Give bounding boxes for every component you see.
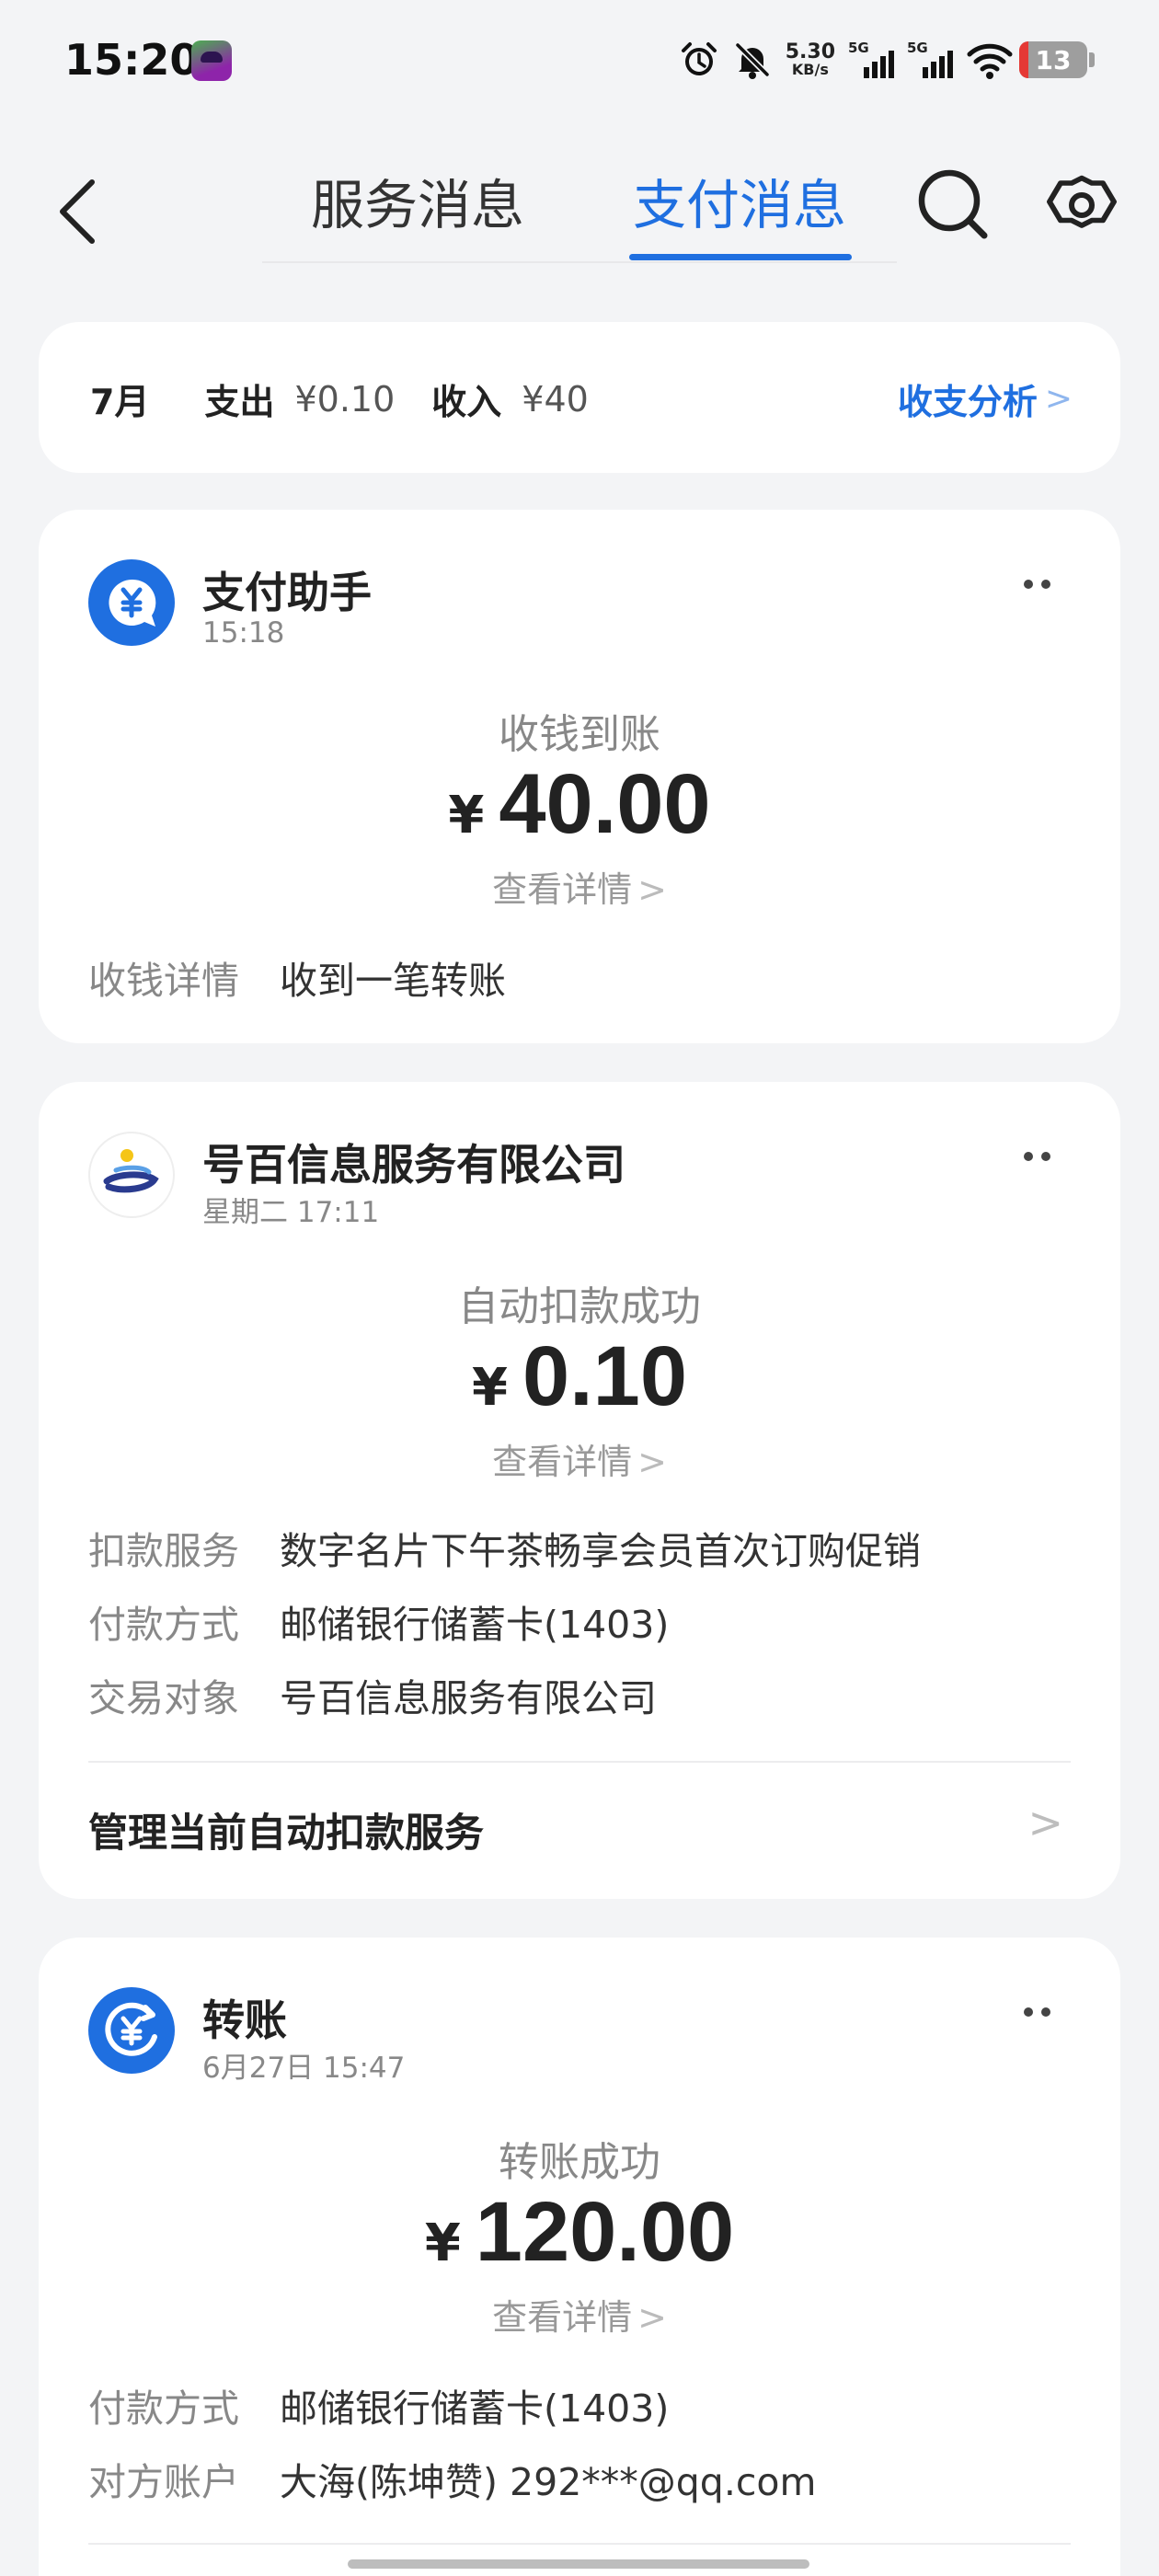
monthly-summary-card: 7月 支出 ¥0.10 收入 ¥40 收支分析 > <box>39 322 1120 473</box>
expense-label: 支出 <box>204 382 275 422</box>
amount-value: 40.00 <box>499 757 711 851</box>
amount: ¥ 0.10 <box>39 1328 1120 1425</box>
more-icon[interactable] <box>1024 1152 1050 1161</box>
amount-value: 0.10 <box>522 1329 688 1423</box>
battery-cap <box>1089 52 1095 67</box>
card-title: 支付助手 <box>202 568 372 617</box>
amount-value: 120.00 <box>475 2185 735 2279</box>
field-row: 收钱详情 收到一笔转账 <box>88 949 506 1005</box>
chevron-right-icon: > <box>637 1442 667 1482</box>
view-details-label: 查看详情 <box>492 1442 633 1482</box>
field-key: 扣款服务 <box>88 1529 239 1573</box>
back-icon[interactable] <box>52 173 107 247</box>
wifi-icon <box>966 40 1013 80</box>
status-label: 自动扣款成功 <box>458 1283 701 1330</box>
active-tab-indicator <box>629 254 852 260</box>
status-bar: 15:20 5.30 KB/s 5G 5G 13 <box>0 0 1159 129</box>
speed-value: 5.30 <box>785 40 835 63</box>
card-divider <box>88 1761 1071 1763</box>
summary-month[interactable]: 7月 <box>90 374 149 424</box>
home-indicator[interactable] <box>348 2559 809 2569</box>
expense-value: ¥0.10 <box>294 378 396 420</box>
field-key: 收钱详情 <box>88 959 239 1003</box>
field-value: 收到一笔转账 <box>280 959 506 1003</box>
network-speed: 5.30 KB/s <box>786 42 835 77</box>
summary-row: 7月 支出 ¥0.10 收入 ¥40 <box>90 374 625 424</box>
currency-symbol: ¥ <box>424 2214 461 2273</box>
tab-service-messages[interactable]: 服务消息 <box>311 162 524 239</box>
alarm-icon <box>679 40 719 80</box>
yuan-chat-icon <box>88 559 175 646</box>
signal-icon-sim2: 5G <box>907 40 953 80</box>
field-key: 对方账户 <box>88 2460 239 2504</box>
chevron-right-icon: > <box>637 2297 667 2338</box>
currency-symbol: ¥ <box>448 786 485 845</box>
card-divider <box>88 2543 1071 2545</box>
card-time: 15:18 <box>202 616 285 650</box>
battery-level: 13 <box>1035 45 1072 75</box>
chevron-right-icon: > <box>637 869 667 910</box>
field-value: 号百信息服务有限公司 <box>280 1676 657 1720</box>
income-label: 收入 <box>431 382 502 422</box>
top-nav: 服务消息 支付消息 <box>0 147 1159 276</box>
more-icon[interactable] <box>1024 2007 1050 2017</box>
card-time: 6月27日 15:47 <box>202 2052 406 2085</box>
bell-off-icon <box>732 40 773 80</box>
field-key: 付款方式 <box>88 1603 239 1647</box>
chevron-right-icon[interactable]: > <box>1027 1798 1063 1847</box>
signal-icon-sim1: 5G <box>848 40 894 80</box>
view-details-link[interactable]: 查看详情 > <box>39 2289 1120 2340</box>
field-value: 邮储银行储蓄卡(1403) <box>280 1603 670 1647</box>
amount: ¥ 40.00 <box>39 756 1120 853</box>
view-details-label: 查看详情 <box>492 2297 633 2338</box>
card-title: 转账 <box>202 1995 287 2045</box>
field-value: 邮储银行储蓄卡(1403) <box>280 2386 670 2431</box>
tab-payment-messages[interactable]: 支付消息 <box>633 162 846 239</box>
payment-card-transfer: 转账 6月27日 15:47 转账成功 ¥ 120.00 查看详情 > 付款方式 … <box>39 1938 1120 2576</box>
more-icon[interactable] <box>1024 580 1050 589</box>
status-time: 15:20 <box>64 35 200 85</box>
field-row: 交易对象 号百信息服务有限公司 <box>88 1667 657 1722</box>
field-value: 数字名片下午茶畅享会员首次订购促销 <box>280 1529 921 1573</box>
analysis-label: 收支分析 <box>897 382 1038 422</box>
status-label: 转账成功 <box>499 2139 660 2186</box>
status-label: 收钱到账 <box>499 711 660 758</box>
field-row: 付款方式 邮储银行储蓄卡(1403) <box>88 1593 669 1649</box>
payment-card-auto-debit: 号百信息服务有限公司 星期二 17:11 自动扣款成功 ¥ 0.10 查看详情 >… <box>39 1082 1120 1899</box>
field-row: 付款方式 邮储银行储蓄卡(1403) <box>88 2377 669 2432</box>
transfer-icon <box>88 1987 175 2074</box>
analysis-link[interactable]: 收支分析 > <box>898 374 1073 424</box>
manage-auto-debit-button[interactable]: 管理当前自动扣款服务 <box>88 1801 484 1858</box>
battery-icon: 13 <box>1019 41 1087 78</box>
field-key: 付款方式 <box>88 2386 239 2431</box>
view-details-label: 查看详情 <box>492 869 633 910</box>
app-notification-icon <box>191 40 232 81</box>
field-row: 扣款服务 数字名片下午茶畅享会员首次订购促销 <box>88 1520 921 1575</box>
currency-symbol: ¥ <box>471 1358 508 1418</box>
gear-icon[interactable] <box>1045 166 1119 243</box>
status-icons: 5.30 KB/s 5G 5G 13 <box>679 37 1095 83</box>
chevron-right-icon: > <box>1044 380 1073 418</box>
view-details-link[interactable]: 查看详情 > <box>39 1433 1120 1484</box>
payment-card-assistant: 支付助手 15:18 收钱到账 ¥ 40.00 查看详情 > 收钱详情 收到一笔转… <box>39 510 1120 1043</box>
field-row: 对方账户 大海(陈坤赞) 292***@qq.com <box>88 2451 816 2506</box>
search-icon[interactable] <box>914 166 992 243</box>
view-details-link[interactable]: 查看详情 > <box>39 861 1120 912</box>
speed-unit: KB/s <box>791 61 829 78</box>
company-logo-icon <box>88 1132 175 1218</box>
amount: ¥ 120.00 <box>39 2184 1120 2281</box>
tab-divider <box>262 261 897 263</box>
field-value: 大海(陈坤赞) 292***@qq.com <box>280 2460 817 2504</box>
card-time: 星期二 17:11 <box>202 1196 380 1229</box>
card-title: 号百信息服务有限公司 <box>202 1140 625 1190</box>
field-key: 交易对象 <box>88 1676 239 1720</box>
income-value: ¥40 <box>522 378 589 420</box>
